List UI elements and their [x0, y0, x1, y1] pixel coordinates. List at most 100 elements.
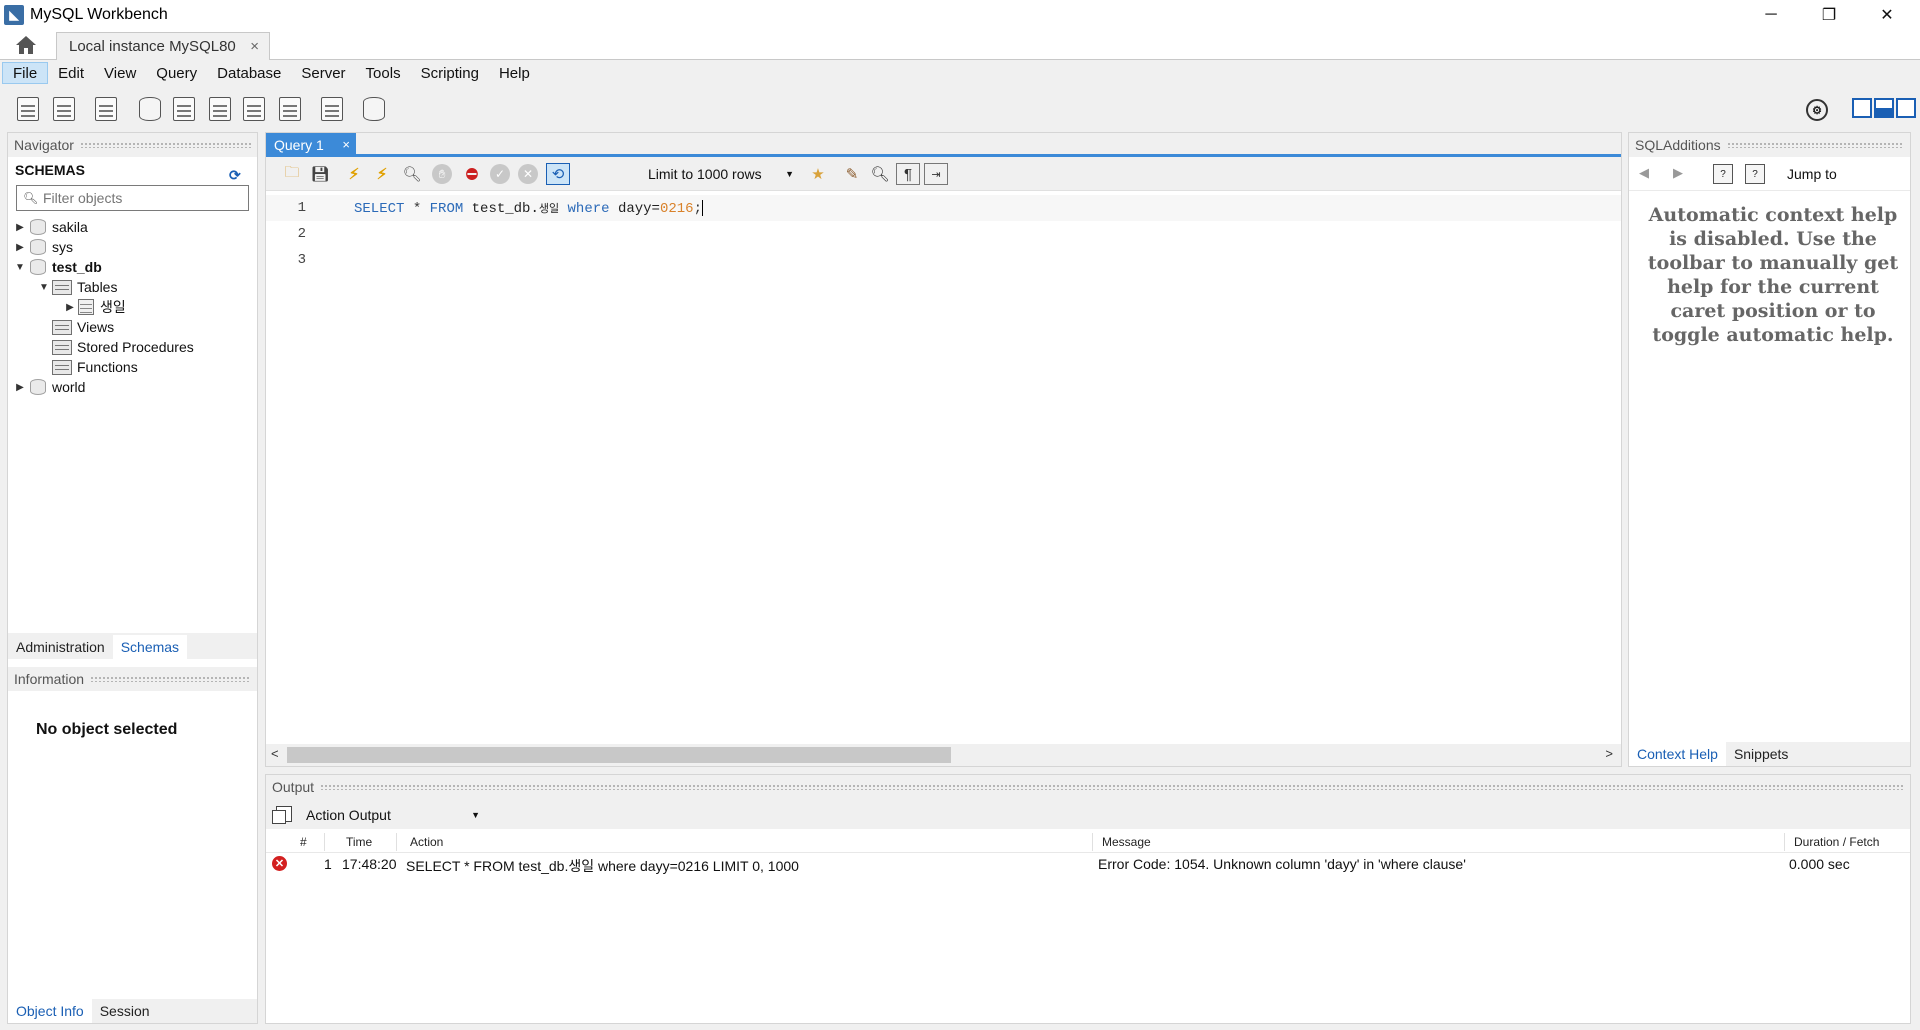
- create-view-button[interactable]: [206, 95, 234, 123]
- table-row[interactable]: ✕ 1 17:48:20 SELECT * FROM test_db.생일 wh…: [266, 853, 1910, 875]
- menu-edit[interactable]: Edit: [48, 62, 94, 84]
- search-table-data-button[interactable]: [318, 95, 346, 123]
- jump-to-label[interactable]: Jump to: [1787, 166, 1837, 182]
- toggle-secondary-sidebar-icon[interactable]: [1896, 98, 1916, 118]
- reconnect-button[interactable]: [360, 95, 388, 123]
- keyword-from: FROM: [429, 200, 464, 217]
- tab-session[interactable]: Session: [92, 999, 158, 1023]
- execute-icon[interactable]: ⚡︎: [342, 163, 366, 185]
- inspector-button[interactable]: [92, 95, 120, 123]
- output-header: Output: [266, 775, 1910, 799]
- connection-tab-label: Local instance MySQL80: [69, 38, 236, 55]
- filter-objects-input[interactable]: [43, 190, 223, 206]
- create-function-button[interactable]: [276, 95, 304, 123]
- output-type-select[interactable]: Action Output ▼: [298, 804, 488, 826]
- horizontal-scrollbar[interactable]: < >: [266, 744, 1621, 766]
- execute-current-icon[interactable]: ⚡︎: [370, 163, 394, 185]
- menu-database[interactable]: Database: [207, 62, 291, 84]
- toggle-stop-on-error-icon[interactable]: ⛔︎: [460, 163, 484, 185]
- rollback-icon[interactable]: ✕: [518, 164, 538, 184]
- search-icon: [321, 97, 343, 121]
- tab-query-1[interactable]: Query 1 ×: [266, 133, 356, 157]
- tree-item-table-saengil[interactable]: ▶ 생일: [8, 297, 257, 317]
- tab-snippets[interactable]: Snippets: [1726, 742, 1796, 766]
- expand-arrow-icon[interactable]: ▶: [64, 302, 76, 313]
- schema-sakila[interactable]: ▶ sakila: [8, 217, 257, 237]
- code-editor[interactable]: 1 SELECT * FROM test_db.생일 where dayy=02…: [266, 195, 1621, 735]
- tab-object-info[interactable]: Object Info: [8, 999, 92, 1023]
- schemas-label: SCHEMAS: [15, 162, 86, 178]
- maximize-button[interactable]: ❐: [1800, 0, 1858, 30]
- limit-rows-select[interactable]: Limit to 1000 rows ▼: [648, 163, 798, 185]
- info-icon: [95, 97, 117, 121]
- scrollbar-thumb[interactable]: [287, 747, 951, 763]
- database-icon: [30, 259, 46, 275]
- collapse-arrow-icon[interactable]: ▼: [38, 282, 50, 293]
- number-literal: 0216: [659, 200, 694, 217]
- manual-help-icon[interactable]: ?: [1713, 164, 1733, 184]
- scroll-left-icon[interactable]: <: [271, 746, 279, 761]
- menu-file[interactable]: File: [2, 62, 49, 84]
- scroll-right-icon[interactable]: >: [1605, 746, 1613, 761]
- tree-item-tables[interactable]: ▼ Tables: [8, 277, 257, 297]
- add-snippet-icon[interactable]: ★: [806, 163, 830, 185]
- tree-item-functions[interactable]: Functions: [8, 357, 257, 377]
- home-button[interactable]: [12, 33, 40, 57]
- auto-help-icon[interactable]: ?: [1745, 164, 1765, 184]
- table-reference: test_db.: [463, 200, 539, 217]
- close-icon[interactable]: ×: [250, 38, 259, 55]
- wrap-lines-icon[interactable]: ⇥: [924, 163, 948, 185]
- error-icon: ✕: [272, 856, 287, 871]
- copy-icon[interactable]: [272, 806, 292, 824]
- open-folder-icon[interactable]: 🗀: [280, 163, 304, 185]
- schema-world[interactable]: ▶ world: [8, 377, 257, 397]
- schema-sys[interactable]: ▶ sys: [8, 237, 257, 257]
- create-table-button[interactable]: [170, 95, 198, 123]
- schema-tree: ▶ sakila ▶ sys ▼ test_db ▼ Tables ▶ 생일 V…: [8, 217, 257, 397]
- open-sql-script-button[interactable]: [50, 95, 78, 123]
- menu-help[interactable]: Help: [489, 62, 540, 84]
- autocommit-icon[interactable]: ⟲: [546, 163, 570, 185]
- commit-icon[interactable]: ✓: [490, 164, 510, 184]
- header-dots: [320, 784, 1904, 790]
- toggle-output-icon[interactable]: [1874, 98, 1894, 118]
- tab-context-help[interactable]: Context Help: [1629, 742, 1726, 766]
- back-arrow-icon[interactable]: ◀: [1639, 165, 1649, 181]
- refresh-icon[interactable]: ⟳: [229, 167, 245, 183]
- invisible-chars-icon[interactable]: ¶: [896, 163, 920, 185]
- dolphin-icon: ◣: [4, 5, 24, 25]
- menu-scripting[interactable]: Scripting: [411, 62, 489, 84]
- close-window-button[interactable]: ✕: [1858, 0, 1916, 30]
- minimize-button[interactable]: ─: [1742, 0, 1800, 30]
- schema-label: sakila: [52, 219, 88, 235]
- tree-item-stored-procedures[interactable]: Stored Procedures: [8, 337, 257, 357]
- expand-arrow-icon[interactable]: ▶: [14, 222, 26, 233]
- menu-view[interactable]: View: [94, 62, 146, 84]
- table-header: # Time Action Message Duration / Fetch: [266, 831, 1910, 853]
- collapse-arrow-icon[interactable]: ▼: [14, 262, 26, 273]
- expand-arrow-icon[interactable]: ▶: [14, 382, 26, 393]
- find-icon[interactable]: 🔍︎: [868, 163, 892, 185]
- tree-item-views[interactable]: Views: [8, 317, 257, 337]
- menu-server[interactable]: Server: [291, 62, 355, 84]
- forward-arrow-icon[interactable]: ▶: [1673, 165, 1683, 181]
- menu-query[interactable]: Query: [146, 62, 207, 84]
- menu-tools[interactable]: Tools: [356, 62, 411, 84]
- additions-tabs: Context Help Snippets: [1629, 742, 1910, 766]
- expand-arrow-icon[interactable]: ▶: [14, 242, 26, 253]
- create-procedure-button[interactable]: [240, 95, 268, 123]
- close-icon[interactable]: ×: [342, 137, 350, 152]
- save-icon[interactable]: 💾︎: [308, 163, 332, 185]
- tab-administration[interactable]: Administration: [8, 635, 113, 659]
- toggle-sidebar-icon[interactable]: [1852, 98, 1872, 118]
- tab-schemas[interactable]: Schemas: [112, 635, 188, 659]
- explain-icon[interactable]: 🔍︎: [400, 163, 424, 185]
- connection-tab[interactable]: Local instance MySQL80 ×: [56, 32, 270, 60]
- account-icon[interactable]: ⚙: [1806, 99, 1828, 121]
- stop-icon[interactable]: ✋︎: [432, 164, 452, 184]
- beautify-icon[interactable]: ✎: [840, 163, 864, 185]
- schema-test-db[interactable]: ▼ test_db: [8, 257, 257, 277]
- new-sql-tab-button[interactable]: [14, 95, 42, 123]
- sql-additions-header: SQLAdditions: [1629, 133, 1910, 157]
- create-schema-button[interactable]: [136, 95, 164, 123]
